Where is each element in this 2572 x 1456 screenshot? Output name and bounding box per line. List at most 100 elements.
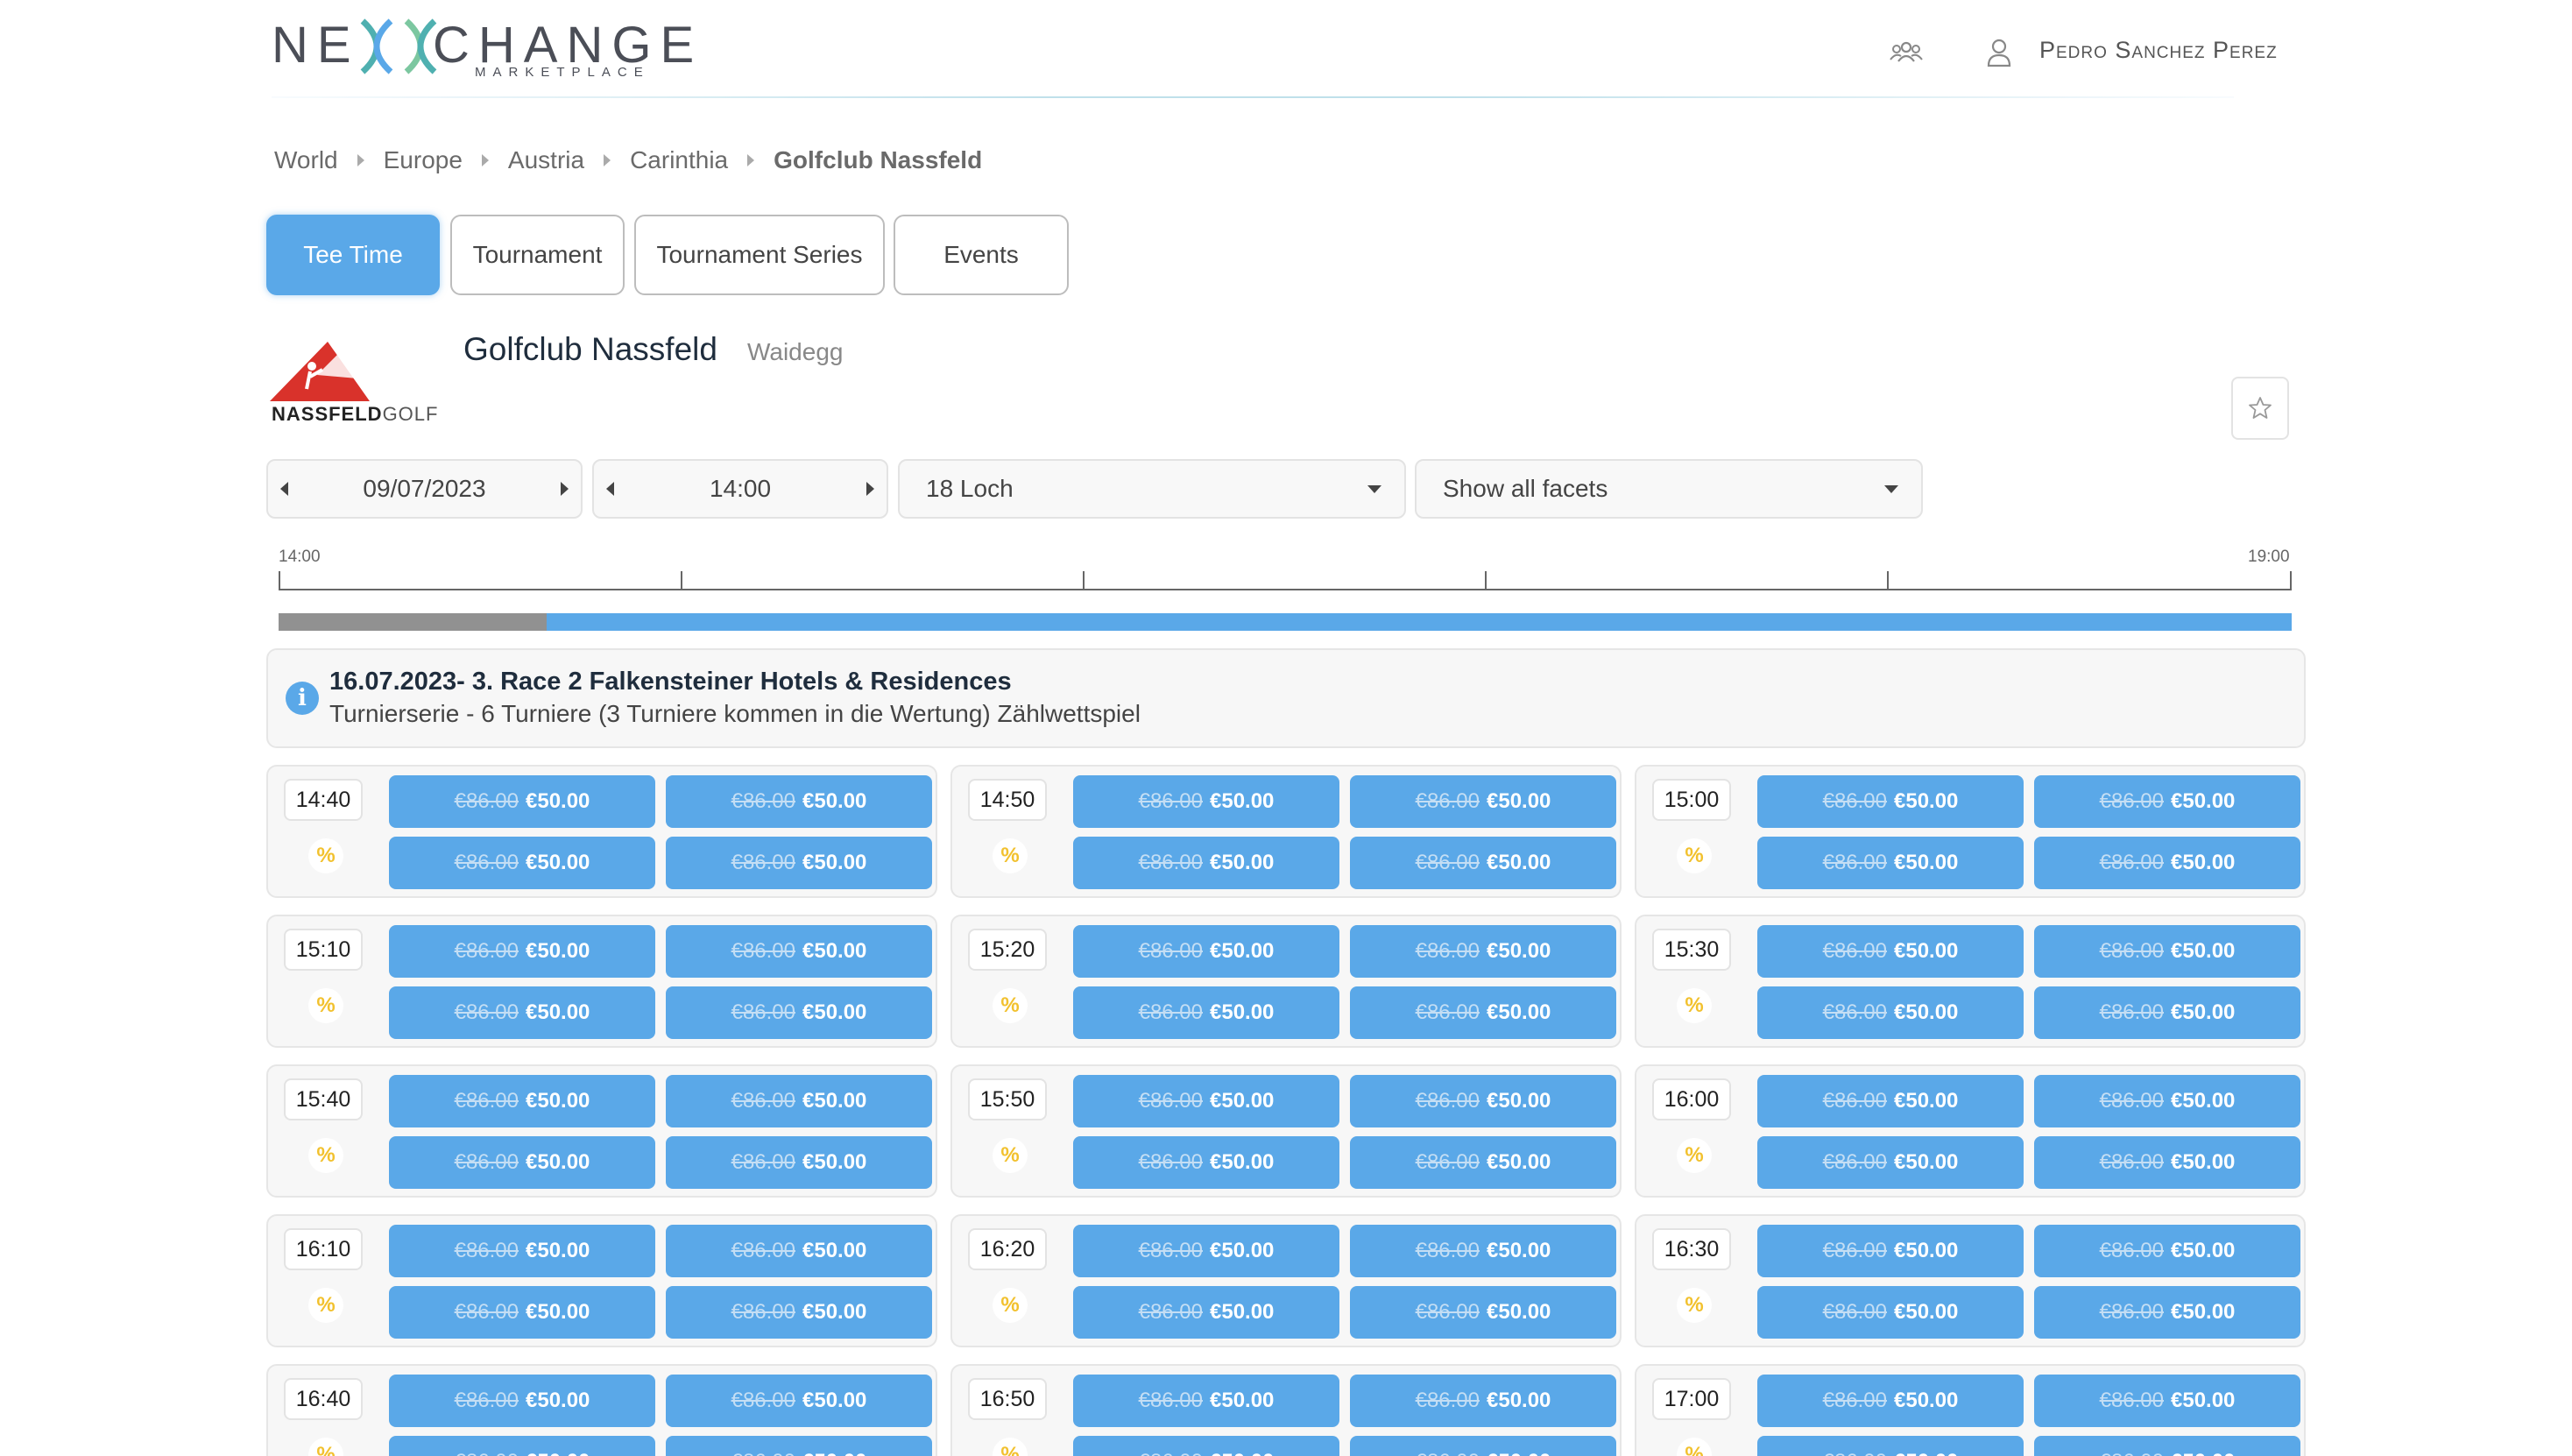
price-button[interactable]: €86.00 €50.00 bbox=[666, 837, 932, 889]
price-button[interactable]: €86.00 €50.00 bbox=[389, 1375, 655, 1427]
price-button[interactable]: €86.00 €50.00 bbox=[1757, 1286, 2024, 1339]
price-button[interactable]: €86.00 €50.00 bbox=[1757, 1375, 2024, 1427]
price-button[interactable]: €86.00 €50.00 bbox=[389, 1286, 655, 1339]
price-button[interactable]: €86.00 €50.00 bbox=[1350, 1075, 1616, 1127]
favorite-button[interactable] bbox=[2231, 377, 2289, 440]
user-icon[interactable] bbox=[1982, 35, 2017, 70]
date-next-icon[interactable] bbox=[561, 482, 569, 496]
price-button[interactable]: €86.00 €50.00 bbox=[2034, 1225, 2300, 1277]
price-button[interactable]: €86.00 €50.00 bbox=[389, 1075, 655, 1127]
price-button[interactable]: €86.00 €50.00 bbox=[666, 986, 932, 1039]
timeline-tick bbox=[1887, 571, 1889, 590]
breadcrumb-item-carinthia[interactable]: Carinthia bbox=[630, 146, 728, 174]
price-button[interactable]: €86.00 €50.00 bbox=[2034, 775, 2300, 828]
price-button[interactable]: €86.00 €50.00 bbox=[2034, 1136, 2300, 1189]
price-button[interactable]: €86.00 €50.00 bbox=[1757, 1136, 2024, 1189]
discounted-price: €50.00 bbox=[1894, 1150, 1959, 1174]
price-button[interactable]: €86.00 €50.00 bbox=[1073, 925, 1339, 978]
discounted-price: €50.00 bbox=[1210, 851, 1275, 874]
breadcrumb-item-world[interactable]: World bbox=[274, 146, 338, 174]
facets-select[interactable]: Show all facets bbox=[1415, 459, 1923, 519]
price-button[interactable]: €86.00 €50.00 bbox=[1350, 925, 1616, 978]
price-button[interactable]: €86.00 €50.00 bbox=[1350, 837, 1616, 889]
price-button[interactable]: €86.00 €50.00 bbox=[1757, 925, 2024, 978]
timeline-bar[interactable] bbox=[279, 613, 2292, 631]
tab-events[interactable]: Events bbox=[894, 215, 1069, 295]
price-button[interactable]: €86.00 €50.00 bbox=[2034, 925, 2300, 978]
price-button[interactable]: €86.00 €50.00 bbox=[389, 1225, 655, 1277]
price-button[interactable]: €86.00 €50.00 bbox=[1073, 986, 1339, 1039]
price-button[interactable]: €86.00 €50.00 bbox=[1073, 1225, 1339, 1277]
price-button[interactable]: €86.00 €50.00 bbox=[1757, 837, 2024, 889]
price-button[interactable]: €86.00 €50.00 bbox=[1350, 1136, 1616, 1189]
original-price: €86.00 bbox=[454, 789, 519, 813]
price-button[interactable]: €86.00 €50.00 bbox=[389, 925, 655, 978]
price-button[interactable]: €86.00 €50.00 bbox=[2034, 986, 2300, 1039]
tournament-info-panel: i 16.07.2023- 3. Race 2 Falkensteiner Ho… bbox=[266, 648, 2306, 748]
price-button[interactable]: €86.00 €50.00 bbox=[666, 1075, 932, 1127]
group-icon[interactable] bbox=[1889, 35, 1924, 70]
tab-tee-time[interactable]: Tee Time bbox=[266, 215, 440, 295]
price-button[interactable]: €86.00 €50.00 bbox=[1073, 1286, 1339, 1339]
price-button[interactable]: €86.00 €50.00 bbox=[1757, 775, 2024, 828]
price-button[interactable]: €86.00 €50.00 bbox=[389, 986, 655, 1039]
date-prev-icon[interactable] bbox=[280, 482, 288, 496]
price-button[interactable]: €86.00 €50.00 bbox=[2034, 1375, 2300, 1427]
price-button[interactable]: €86.00 €50.00 bbox=[1757, 1225, 2024, 1277]
price-button[interactable]: €86.00 €50.00 bbox=[666, 1225, 932, 1277]
price-button[interactable]: €86.00 €50.00 bbox=[1350, 1225, 1616, 1277]
breadcrumb-item-austria[interactable]: Austria bbox=[508, 146, 584, 174]
price-button[interactable]: €86.00 €50.00 bbox=[666, 775, 932, 828]
price-button[interactable]: €86.00 €50.00 bbox=[1350, 986, 1616, 1039]
price-button[interactable]: €86.00 €50.00 bbox=[2034, 1436, 2300, 1456]
price-button[interactable]: €86.00 €50.00 bbox=[666, 925, 932, 978]
price-button[interactable]: €86.00 €50.00 bbox=[666, 1286, 932, 1339]
price-button[interactable]: €86.00 €50.00 bbox=[666, 1436, 932, 1456]
price-button[interactable]: €86.00 €50.00 bbox=[389, 1136, 655, 1189]
price-button[interactable]: €86.00 €50.00 bbox=[389, 775, 655, 828]
breadcrumb-item-europe[interactable]: Europe bbox=[384, 146, 463, 174]
slot-time: 17:00 bbox=[1652, 1378, 1731, 1420]
price-button[interactable]: €86.00 €50.00 bbox=[389, 837, 655, 889]
price-button[interactable]: €86.00 €50.00 bbox=[666, 1136, 932, 1189]
date-picker: 09/07/2023 bbox=[266, 459, 583, 519]
price-button[interactable]: €86.00 €50.00 bbox=[1757, 1075, 2024, 1127]
price-button[interactable]: €86.00 €50.00 bbox=[1350, 1375, 1616, 1427]
time-prev-icon[interactable] bbox=[606, 482, 614, 496]
user-name-link[interactable]: Pedro Sanchez Perez bbox=[2039, 37, 2278, 64]
original-price: €86.00 bbox=[731, 1450, 795, 1456]
tee-time-slot: 16:30% €86.00 €50.00 €86.00 €50.00 €86.00 €50.… bbox=[1635, 1214, 2306, 1347]
price-button[interactable]: €86.00 €50.00 bbox=[1073, 1136, 1339, 1189]
price-button[interactable]: €86.00 €50.00 bbox=[1073, 1375, 1339, 1427]
original-price: €86.00 bbox=[731, 1000, 795, 1024]
tab-tournament[interactable]: Tournament bbox=[450, 215, 625, 295]
price-button[interactable]: €86.00 €50.00 bbox=[1757, 986, 2024, 1039]
breadcrumb-separator-icon bbox=[747, 154, 755, 166]
price-button[interactable]: €86.00 €50.00 bbox=[2034, 1286, 2300, 1339]
percent-icon: % bbox=[993, 838, 1028, 873]
price-button[interactable]: €86.00 €50.00 bbox=[1073, 1436, 1339, 1456]
price-button[interactable]: €86.00 €50.00 bbox=[1757, 1436, 2024, 1456]
tee-time-slot: 16:20% €86.00 €50.00 €86.00 €50.00 €86.00 €50.… bbox=[950, 1214, 1622, 1347]
info-icon: i bbox=[286, 682, 319, 715]
time-value[interactable]: 14:00 bbox=[626, 475, 854, 503]
date-value[interactable]: 09/07/2023 bbox=[300, 475, 548, 503]
star-icon bbox=[2249, 397, 2272, 419]
price-button[interactable]: €86.00 €50.00 bbox=[666, 1375, 932, 1427]
time-next-icon[interactable] bbox=[866, 482, 874, 496]
original-price: €86.00 bbox=[1822, 1239, 1887, 1262]
price-button[interactable]: €86.00 €50.00 bbox=[1350, 1436, 1616, 1456]
original-price: €86.00 bbox=[1138, 1239, 1203, 1262]
nexchange-logo[interactable]: NE CHANGE MARKETPLACE bbox=[272, 16, 694, 80]
price-button[interactable]: €86.00 €50.00 bbox=[2034, 1075, 2300, 1127]
price-button[interactable]: €86.00 €50.00 bbox=[1350, 1286, 1616, 1339]
percent-icon: % bbox=[1677, 988, 1712, 1023]
price-button[interactable]: €86.00 €50.00 bbox=[1073, 837, 1339, 889]
price-button[interactable]: €86.00 €50.00 bbox=[2034, 837, 2300, 889]
holes-select[interactable]: 18 Loch bbox=[898, 459, 1406, 519]
price-button[interactable]: €86.00 €50.00 bbox=[389, 1436, 655, 1456]
price-button[interactable]: €86.00 €50.00 bbox=[1073, 775, 1339, 828]
price-button[interactable]: €86.00 €50.00 bbox=[1350, 775, 1616, 828]
price-button[interactable]: €86.00 €50.00 bbox=[1073, 1075, 1339, 1127]
tab-tournament-series[interactable]: Tournament Series bbox=[634, 215, 885, 295]
